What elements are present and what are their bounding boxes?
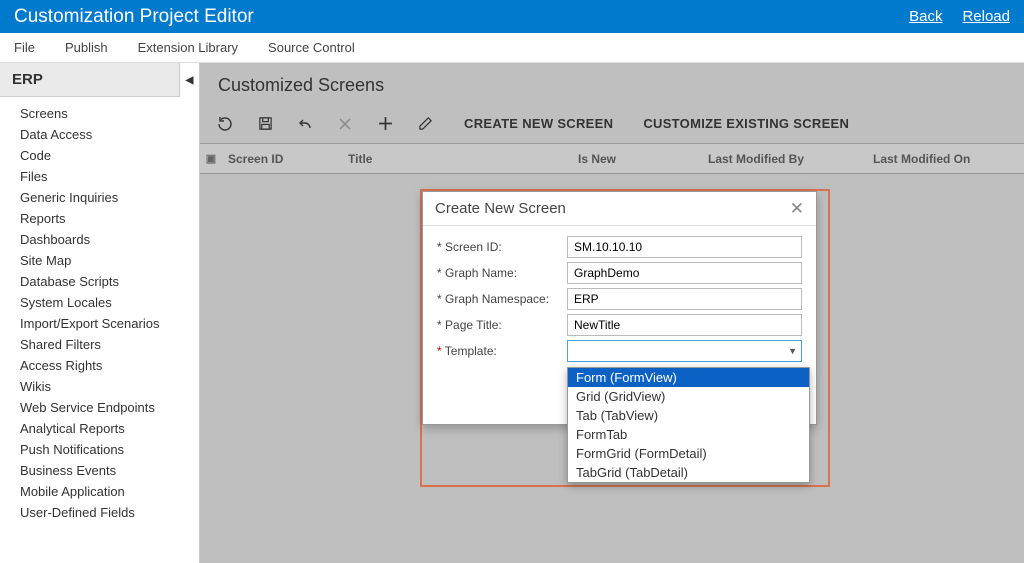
graph-name-input[interactable] — [567, 262, 802, 284]
sidebar-title: ERP — [12, 71, 43, 88]
add-icon[interactable] — [376, 115, 394, 133]
sidebar-item-data-access[interactable]: Data Access — [0, 124, 199, 145]
template-dropdown[interactable]: ▼ — [567, 340, 802, 362]
app-title: Customization Project Editor — [14, 6, 889, 28]
close-icon[interactable]: ✕ — [790, 199, 804, 219]
dialog-header: Create New Screen ✕ — [423, 192, 816, 226]
back-link[interactable]: Back — [909, 8, 942, 25]
customize-existing-button[interactable]: CUSTOMIZE EXISTING SCREEN — [643, 116, 849, 131]
page-title: Customized Screens — [200, 63, 1024, 104]
graph-namespace-input[interactable] — [567, 288, 802, 310]
sidebar-item-system-locales[interactable]: System Locales — [0, 292, 199, 313]
label-page-title: Page Title: — [437, 318, 567, 332]
page-title-input[interactable] — [567, 314, 802, 336]
save-icon[interactable] — [256, 115, 274, 133]
sidebar-item-import-export-scenarios[interactable]: Import/Export Scenarios — [0, 313, 199, 334]
col-is-new[interactable]: Is New — [572, 152, 702, 166]
dialog-title: Create New Screen — [435, 200, 566, 217]
sidebar-item-analytical-reports[interactable]: Analytical Reports — [0, 418, 199, 439]
sidebar-header: ERP ◀ — [0, 63, 199, 97]
sidebar-item-dashboards[interactable]: Dashboards — [0, 229, 199, 250]
sidebar: ERP ◀ ScreensData AccessCodeFilesGeneric… — [0, 63, 200, 563]
template-option[interactable]: Tab (TabView) — [568, 406, 809, 425]
create-screen-dialog: Create New Screen ✕ Screen ID: Graph Nam… — [422, 191, 817, 425]
highlight-frame: Create New Screen ✕ Screen ID: Graph Nam… — [420, 189, 830, 487]
template-option[interactable]: Form (FormView) — [568, 368, 809, 387]
sidebar-item-screens[interactable]: Screens — [0, 103, 199, 124]
sidebar-item-site-map[interactable]: Site Map — [0, 250, 199, 271]
sidebar-item-web-service-endpoints[interactable]: Web Service Endpoints — [0, 397, 199, 418]
refresh-icon[interactable] — [216, 115, 234, 133]
menu-bar: File Publish Extension Library Source Co… — [0, 33, 1024, 63]
label-screen-id: Screen ID: — [437, 240, 567, 254]
template-options-list: Form (FormView)Grid (GridView)Tab (TabVi… — [567, 367, 810, 483]
sidebar-item-database-scripts[interactable]: Database Scripts — [0, 271, 199, 292]
sidebar-item-user-defined-fields[interactable]: User-Defined Fields — [0, 502, 199, 523]
template-option[interactable]: TabGrid (TabDetail) — [568, 463, 809, 482]
toolbar: CREATE NEW SCREEN CUSTOMIZE EXISTING SCR… — [200, 104, 1024, 144]
sidebar-item-push-notifications[interactable]: Push Notifications — [0, 439, 199, 460]
main-panel: Customized Screens CREATE NEW SCREEN CUS… — [200, 63, 1024, 563]
sidebar-list: ScreensData AccessCodeFilesGeneric Inqui… — [0, 97, 199, 563]
grid-header: ▣ Screen ID Title Is New Last Modified B… — [200, 144, 1024, 174]
reload-link[interactable]: Reload — [962, 8, 1010, 25]
title-bar: Customization Project Editor Back Reload — [0, 0, 1024, 33]
col-title[interactable]: Title — [342, 152, 572, 166]
label-graph-name: Graph Name: — [437, 266, 567, 280]
menu-extension-library[interactable]: Extension Library — [138, 40, 238, 55]
col-screen-id[interactable]: Screen ID — [222, 152, 342, 166]
create-new-screen-button[interactable]: CREATE NEW SCREEN — [464, 116, 613, 131]
col-modified-by[interactable]: Last Modified By — [702, 152, 867, 166]
chevron-down-icon[interactable]: ▼ — [788, 346, 797, 356]
sidebar-item-files[interactable]: Files — [0, 166, 199, 187]
sidebar-item-mobile-application[interactable]: Mobile Application — [0, 481, 199, 502]
template-option[interactable]: Grid (GridView) — [568, 387, 809, 406]
template-option[interactable]: FormTab — [568, 425, 809, 444]
collapse-sidebar-icon[interactable]: ◀ — [179, 63, 199, 97]
screen-id-input[interactable] — [567, 236, 802, 258]
sidebar-item-access-rights[interactable]: Access Rights — [0, 355, 199, 376]
sidebar-item-code[interactable]: Code — [0, 145, 199, 166]
template-option[interactable]: FormGrid (FormDetail) — [568, 444, 809, 463]
label-graph-namespace: Graph Namespace: — [437, 292, 567, 306]
label-template: Template: — [437, 344, 567, 358]
undo-icon[interactable] — [296, 115, 314, 133]
grid-settings-icon[interactable]: ▣ — [200, 152, 222, 165]
sidebar-item-business-events[interactable]: Business Events — [0, 460, 199, 481]
sidebar-item-reports[interactable]: Reports — [0, 208, 199, 229]
edit-icon[interactable] — [416, 115, 434, 133]
menu-publish[interactable]: Publish — [65, 40, 108, 55]
sidebar-item-wikis[interactable]: Wikis — [0, 376, 199, 397]
col-modified-on[interactable]: Last Modified On — [867, 152, 1024, 166]
menu-source-control[interactable]: Source Control — [268, 40, 355, 55]
delete-icon — [336, 115, 354, 133]
menu-file[interactable]: File — [14, 40, 35, 55]
sidebar-item-generic-inquiries[interactable]: Generic Inquiries — [0, 187, 199, 208]
sidebar-item-shared-filters[interactable]: Shared Filters — [0, 334, 199, 355]
